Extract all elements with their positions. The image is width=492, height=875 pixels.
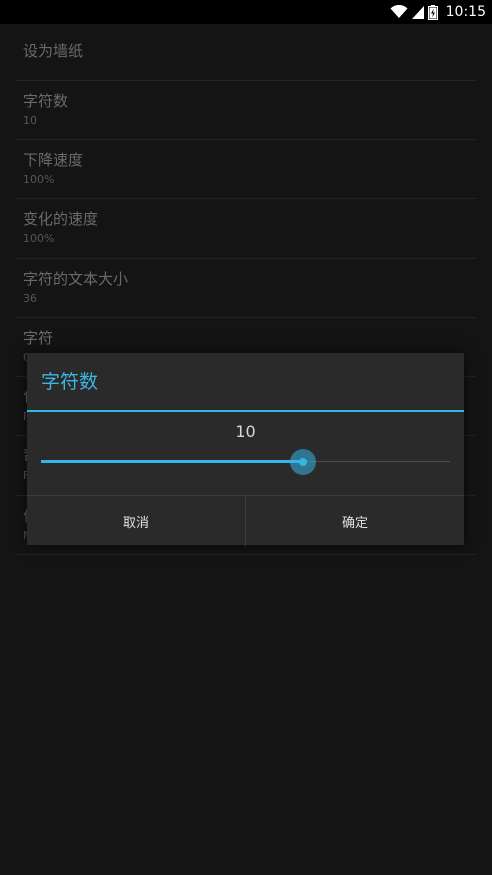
pref-summary: 10 (23, 114, 37, 127)
signal-icon (411, 5, 424, 19)
dialog-title-divider (27, 410, 464, 412)
dialog-buttons: 取消 确定 (27, 495, 464, 546)
slider-thumb[interactable] (290, 449, 316, 475)
pref-summary: 100% (23, 173, 55, 186)
ok-button[interactable]: 确定 (245, 496, 464, 546)
pref-item-wallpaper[interactable]: 设为墙纸 (16, 24, 476, 81)
pref-title: 下降速度 (23, 151, 84, 169)
pref-title: 变化的速度 (23, 210, 99, 228)
dialog-title: 字符数 (41, 371, 99, 393)
char-count-slider[interactable] (41, 447, 450, 477)
wifi-icon (390, 5, 408, 19)
pref-title: 字符 (23, 329, 54, 347)
screen: 10:15 设为墙纸 字符数 10 下降速度 100% 变化的速度 100% 字… (0, 0, 492, 875)
cancel-button[interactable]: 取消 (27, 496, 245, 546)
dialog-value: 10 (235, 422, 256, 441)
status-time: 10:15 (445, 4, 486, 20)
status-bar: 10:15 (0, 0, 492, 24)
pref-summary: 100% (23, 232, 55, 245)
pref-summary: 36 (23, 292, 37, 305)
pref-title: 字符数 (23, 92, 69, 110)
battery-icon (427, 4, 438, 20)
pref-item-char-count[interactable]: 字符数 10 (16, 81, 476, 140)
pref-title: 字符的文本大小 (23, 270, 129, 288)
char-count-dialog: 字符数 10 取消 确定 (27, 353, 464, 546)
slider-fill (41, 460, 303, 463)
status-icons: 10:15 (390, 0, 486, 24)
pref-item-text-size[interactable]: 字符的文本大小 36 (16, 259, 476, 318)
pref-title: 设为墙纸 (23, 42, 84, 60)
pref-item-change-speed[interactable]: 变化的速度 100% (16, 199, 476, 259)
pref-item-fall-speed[interactable]: 下降速度 100% (16, 140, 476, 199)
